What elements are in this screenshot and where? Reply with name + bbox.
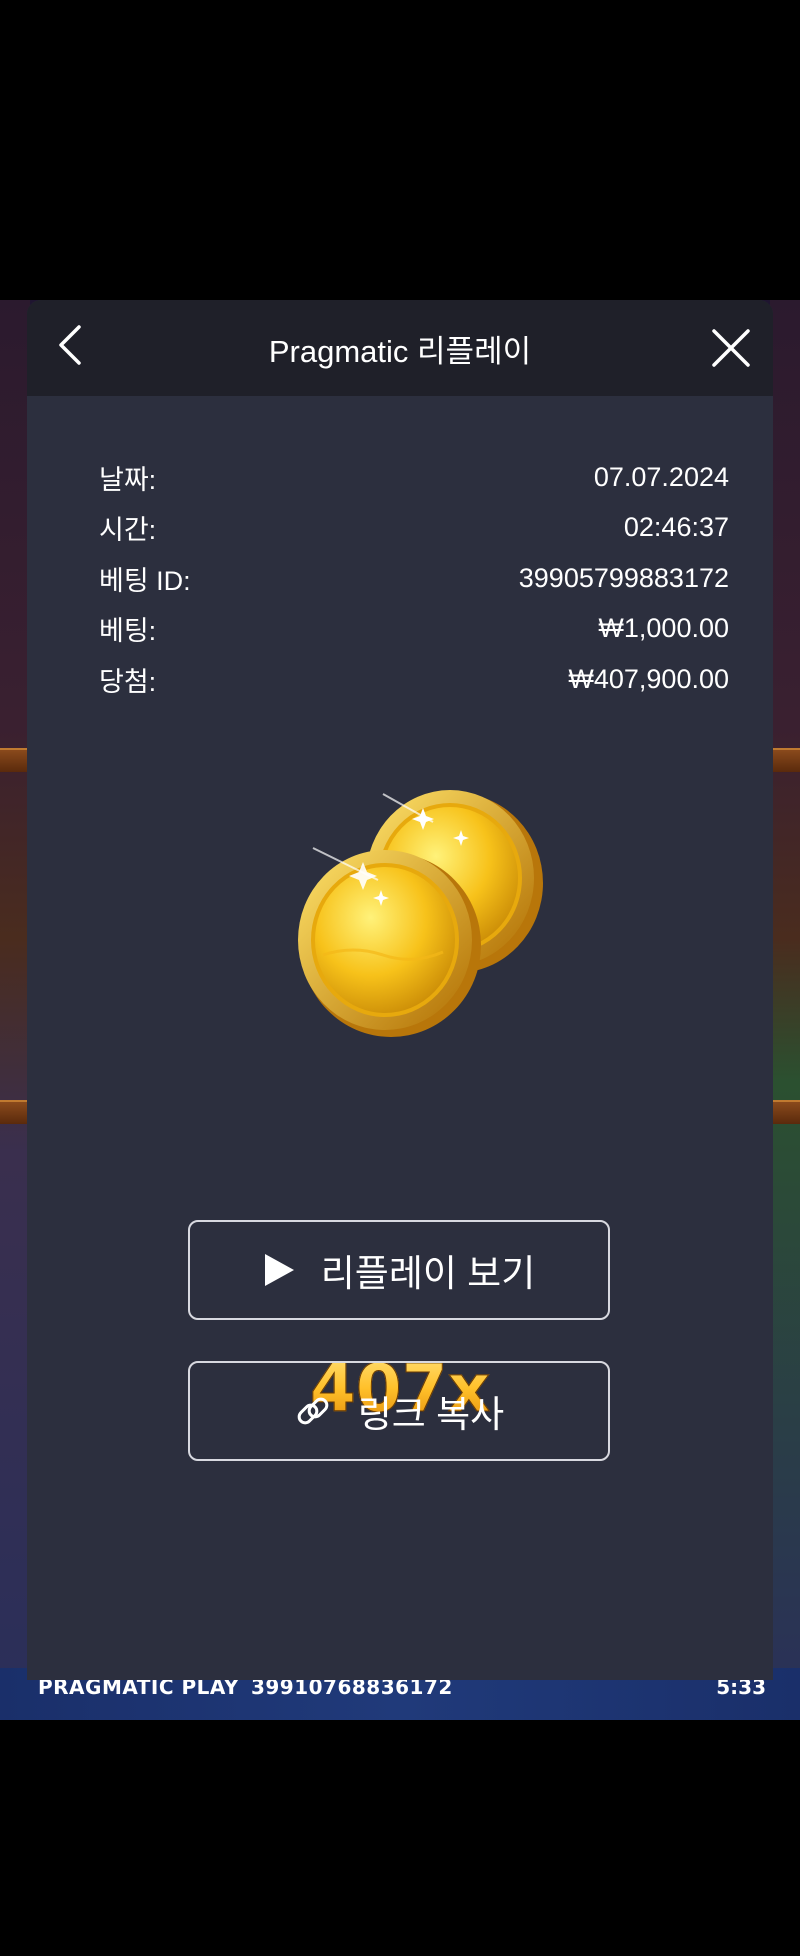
info-value: ₩407,900.00: [568, 663, 729, 694]
chevron-left-icon: [55, 324, 85, 370]
info-value: ₩1,000.00: [598, 613, 729, 644]
info-value: 39905799883172: [518, 562, 729, 593]
info-value: 02:46:37: [623, 512, 729, 543]
link-icon: [294, 1392, 332, 1430]
replay-button-label: 리플레이 보기: [320, 1253, 536, 1294]
game-frame-bar: [0, 1100, 30, 1124]
copy-link-button-label: 링크 복사: [357, 1394, 505, 1435]
close-button[interactable]: [703, 322, 759, 378]
game-frame-bar: [770, 1100, 800, 1124]
bet-info: 날짜: 07.07.2024 시간: 02:46:37 베팅 ID: 39905…: [99, 452, 729, 705]
replay-button[interactable]: 리플레이 보기: [188, 1220, 610, 1320]
info-row-time: 시간: 02:46:37: [99, 503, 729, 554]
info-label: 베팅:: [99, 616, 157, 647]
game-frame-bar: [770, 748, 800, 772]
screen: PRAGMATIC PLAY 39910768836172 5:33 Pragma…: [0, 0, 800, 1956]
info-row-win: 당첨: ₩407,900.00: [99, 654, 729, 705]
gold-coins-icon: [273, 770, 563, 1040]
info-row-bet: 베팅: ₩1,000.00: [99, 604, 729, 655]
info-label: 날짜:: [99, 464, 157, 495]
close-icon: [711, 328, 751, 372]
info-label: 당첨:: [99, 666, 157, 697]
info-row-date: 날짜: 07.07.2024: [99, 452, 729, 503]
game-frame-bar: [0, 748, 30, 772]
play-icon: [263, 1253, 295, 1287]
info-value: 07.07.2024: [593, 461, 729, 492]
game-edge-left: [0, 300, 30, 1720]
info-row-bet-id: 베팅 ID: 39905799883172: [99, 553, 729, 604]
modal-header: Pragmatic 리플레이: [27, 300, 773, 396]
info-label: 시간:: [99, 515, 157, 546]
back-button[interactable]: [45, 322, 95, 372]
replay-modal: Pragmatic 리플레이 날짜: 07.07.2024 시간: 02:46:…: [27, 300, 773, 1680]
modal-title: Pragmatic 리플레이: [268, 333, 532, 369]
game-edge-right: [770, 300, 800, 1720]
info-label: 베팅 ID:: [99, 565, 191, 596]
copy-link-button[interactable]: 링크 복사: [188, 1361, 610, 1461]
